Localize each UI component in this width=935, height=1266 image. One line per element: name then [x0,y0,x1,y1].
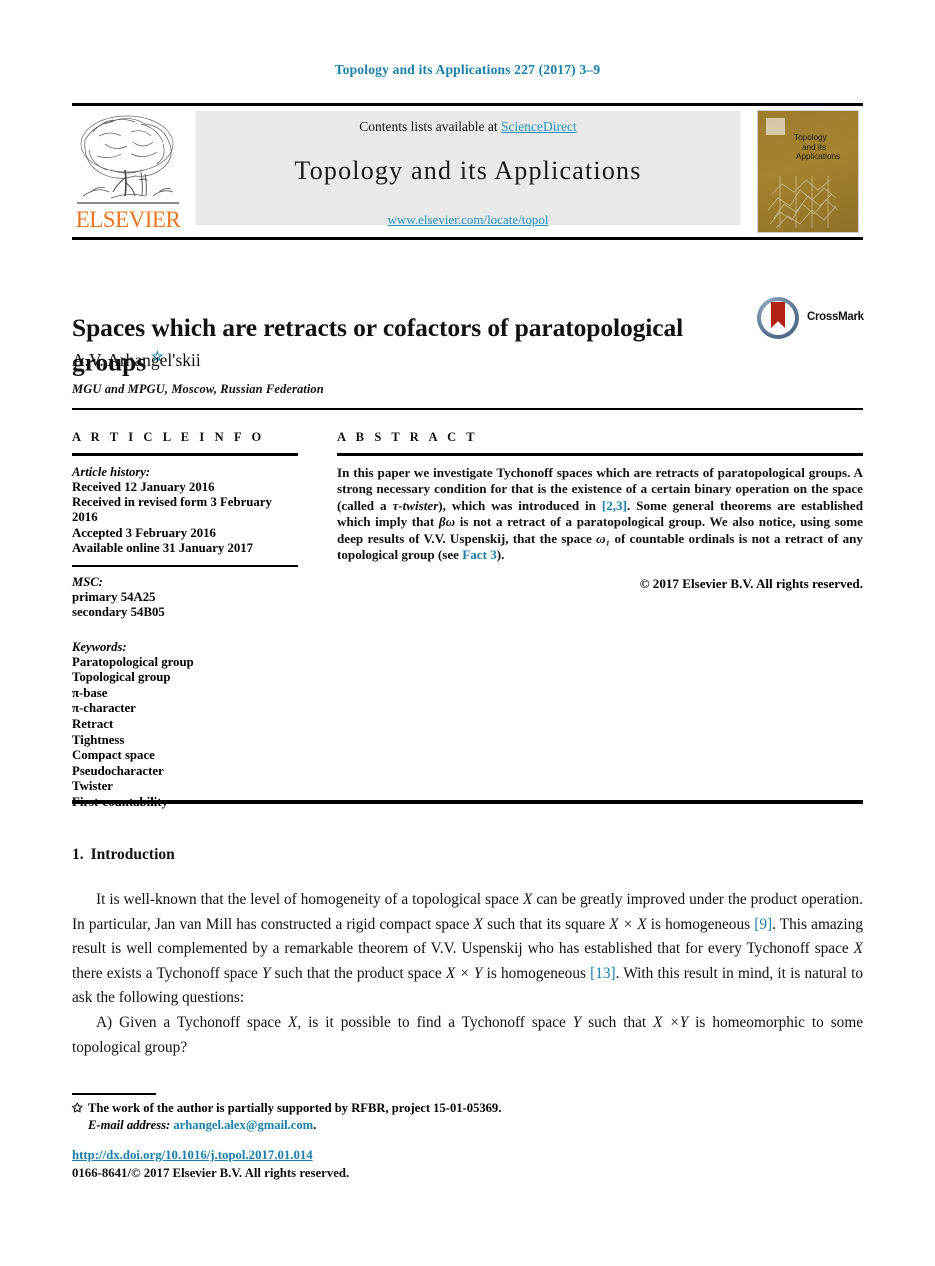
cover-artwork [767,176,839,229]
keyword-item: Paratopological group [72,654,194,669]
p1-var-y-1: Y [261,964,271,982]
info-section-top-rule [72,408,863,410]
keyword-item: Twister [72,779,113,794]
footnote-email-line: E-mail address: arhangel.alex@gmail.com. [72,1117,672,1134]
p2-b: , is it possible to find a Tychonoff spa… [297,1013,573,1031]
email-label: E-mail address: [88,1118,171,1132]
cover-title-line-3: Applications [796,152,841,162]
keyword-item: Tightness [72,732,125,747]
cover-title: Topology and its Applications [794,133,856,162]
journal-cover-thumbnail: Topology and its Applications [757,110,859,233]
abstract-beta-omega: βω [438,514,456,530]
keywords-block: Keywords: Paratopological group Topologi… [72,640,298,811]
paragraph-2: A) Given a Tychonoff space X, is it poss… [72,1011,863,1060]
section-heading-introduction: 1. Introduction [72,846,175,864]
cover-elsevier-mark [766,118,785,135]
msc-label: MSC: [72,574,103,589]
keyword-item: π-base [72,685,108,700]
section-name: Introduction [90,846,175,863]
p1-f: there exists a Tychonoff space [72,964,262,982]
article-info-heading-rule [72,453,298,456]
abstract-omega-1: ω₁ [596,530,611,546]
abstract-column: A B S T R A C T In this paper we investi… [337,430,863,592]
running-head: Topology and its Applications 227 (2017)… [334,62,601,77]
p1-ref-9[interactable]: [9] [754,916,772,933]
author-affiliation: MGU and MPGU, Moscow, Russian Federation [72,382,324,396]
abstract-copyright: © 2017 Elsevier B.V. All rights reserved… [639,576,863,592]
crossmark-circle-icon [757,297,799,339]
section-number: 1. [72,846,84,863]
abstract-heading: A B S T R A C T [337,430,479,444]
info-section-bottom-rule [72,800,863,804]
keyword-item: Retract [72,716,114,731]
msc-secondary: secondary 54B05 [72,605,165,620]
keyword-item: π-character [72,701,136,716]
article-info-heading: A R T I C L E I N F O [72,430,265,444]
history-received: Received 12 January 2016 [72,479,215,494]
footnote-rule [72,1093,156,1095]
keyword-item: Pseudocharacter [72,763,164,778]
contents-available-line: Contents lists available at ScienceDirec… [196,119,740,135]
article-history-rule [72,564,298,567]
journal-title: Topology and its Applications [294,156,642,185]
author-name: A.V. Arhangel'skii [72,350,201,370]
p2-var-x-1: X [287,1013,298,1031]
crossmark-badge[interactable]: CrossMark [757,297,864,341]
elsevier-wordmark: ELSEVIER [75,207,181,232]
p2-var-y-1: Y [572,1013,582,1031]
paragraph-1: It is well-known that the level of homog… [72,888,863,1011]
keyword-item: Compact space [72,748,155,763]
issn-copyright-line: 0166-8641/© 2017 Elsevier B.V. All right… [72,1166,350,1180]
abstract-ref-fact-3[interactable]: Fact 3 [462,547,497,562]
abstract-ref-2-3[interactable]: [2,3] [602,498,627,513]
p1-var-x-2: X [473,915,483,933]
article-history-label: Article history: [72,464,151,479]
p1-c: such that its square [482,915,610,933]
history-accepted: Accepted 3 February 2016 [72,525,216,540]
p1-a: It is well-known that the level of homog… [96,891,523,908]
abstract-tau-twister: τ-twister [392,497,439,513]
history-revised: Received in revised form 3 February 2016 [72,494,272,525]
p1-d: is homogeneous [646,915,755,933]
footnote-support-text: The work of the author is partially supp… [88,1101,502,1115]
p2-product-xy: X ×Y [653,1013,689,1031]
keywords-label: Keywords: [72,639,127,654]
footnote-support-line: ✩ The work of the author is partially sup… [72,1100,672,1117]
article-info-column: A R T I C L E I N F O Article history: R… [72,430,298,810]
masthead-bottom-rule [72,237,863,240]
msc-primary: primary 54A25 [72,589,156,604]
abstract-part-6: ). [496,547,505,563]
keyword-item: Topological group [72,670,171,685]
p1-product-xx: X × X [609,915,647,933]
p2-a: A) Given a Tychonoff space [96,1013,288,1031]
abstract-heading-rule [337,453,863,456]
abstract-part-2: ), which was introduced in [438,497,602,513]
introduction-body: It is well-known that the level of homog… [72,888,863,1060]
footnote-star-icon: ✩ [72,1101,83,1115]
crossmark-label: CrossMark [807,311,864,323]
footnote-block: ✩ The work of the author is partially sup… [72,1100,672,1134]
article-page: Topology and its Applications 227 (2017)… [0,0,935,1266]
cover-title-line-2: and its [802,142,827,152]
masthead-top-rule [72,103,863,106]
p1-var-x-1: X [522,891,533,908]
p1-h: is homogeneous [482,964,591,982]
history-online: Available online 31 January 2017 [72,541,254,556]
abstract-text: In this paper we investigate Tychonoff s… [337,465,863,565]
author-email-link[interactable]: arhangel.alex@gmail.com [173,1118,313,1132]
sciencedirect-link[interactable]: ScienceDirect [501,119,577,134]
doi-link[interactable]: http://dx.doi.org/10.1016/j.topol.2017.0… [72,1148,313,1163]
cover-title-line-1: Topology [794,133,827,142]
journal-url-link[interactable]: www.elsevier.com/locate/topol [196,212,740,228]
p1-ref-13[interactable]: [13] [590,965,616,982]
email-trailing-period: . [313,1118,317,1132]
p1-product-xy: X × Y [445,964,483,982]
contents-prefix: Contents lists available at [359,119,501,134]
p1-var-x-3: X [853,940,863,958]
p2-c: such that [581,1013,654,1031]
p1-g: such that the product space [270,964,446,982]
